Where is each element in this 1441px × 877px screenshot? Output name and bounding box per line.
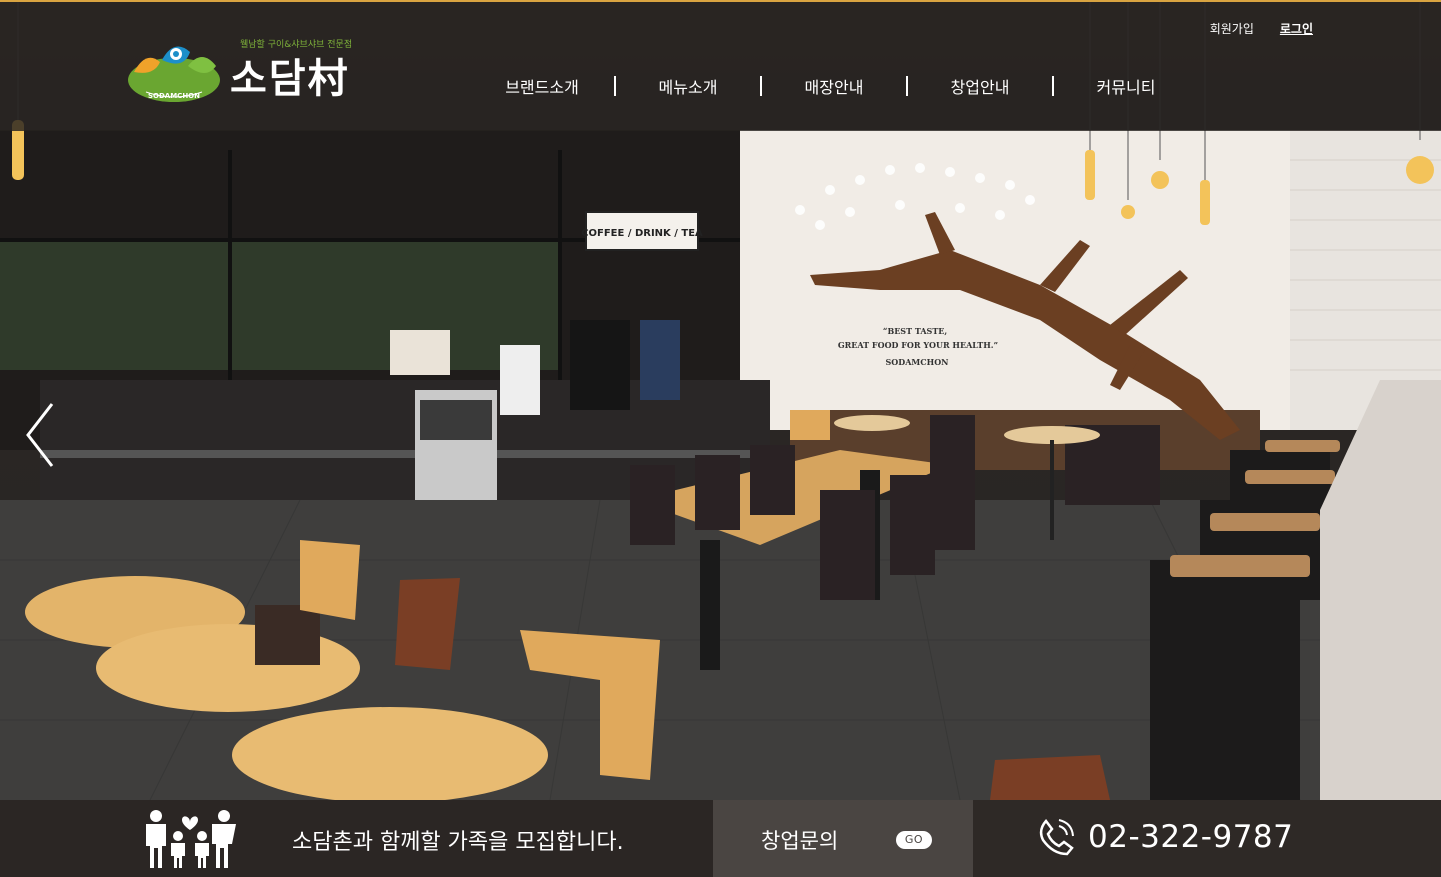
logo-emblem-icon: SODAMCHON [128, 46, 220, 102]
nav-item-franchise[interactable]: 창업안내 [908, 74, 1052, 98]
logo-badge-text: SODAMCHON [148, 92, 200, 100]
phone-number[interactable]: 02-322-9787 [1088, 819, 1293, 855]
slider-prev-button[interactable] [22, 400, 58, 470]
phone-icon [1039, 819, 1074, 856]
login-link[interactable]: 로그인 [1280, 20, 1313, 37]
inquiry-label: 창업문의 [761, 829, 839, 853]
chevron-left-icon [26, 403, 54, 467]
wall-quote-line1: “BEST TASTE, [883, 326, 948, 336]
main-nav: 브랜드소개 메뉴소개 매장안내 창업안내 커뮤니티 [470, 74, 1198, 98]
site-header: SODAMCHON 웰남할 구이&샤브샤브 전문점 소담村 회원가입 로그인 브… [0, 0, 1441, 131]
signup-link[interactable]: 회원가입 [1210, 20, 1254, 37]
recruit-text: 소담촌과 함께할 가족을 모집합니다. [292, 830, 624, 855]
nav-item-stores[interactable]: 매장안내 [762, 74, 906, 98]
logo-wordmark[interactable]: 소담村 [230, 46, 350, 104]
menu-board-text: COFFEE / DRINK / TEA [581, 228, 703, 239]
wall-quote-line3: SODAMCHON [886, 357, 949, 367]
utility-links: 회원가입 로그인 [1210, 20, 1313, 37]
franchise-inquiry-button[interactable]: 창업문의 GO [713, 800, 973, 877]
bottom-bar: 소담촌과 함께할 가족을 모집합니다. 창업문의 GO 02-322-9787 [0, 800, 1441, 877]
nav-item-brand[interactable]: 브랜드소개 [470, 74, 614, 98]
wall-quote-line2: GREAT FOOD FOR YOUR HEALTH.” [838, 340, 998, 350]
nav-item-community[interactable]: 커뮤니티 [1054, 74, 1198, 98]
family-icon [146, 810, 236, 868]
go-badge: GO [896, 831, 932, 849]
nav-item-menu[interactable]: 메뉴소개 [616, 74, 760, 98]
phone-contact[interactable]: 02-322-9787 [973, 800, 1441, 877]
recruit-banner: 소담촌과 함께할 가족을 모집합니다. [0, 800, 713, 877]
